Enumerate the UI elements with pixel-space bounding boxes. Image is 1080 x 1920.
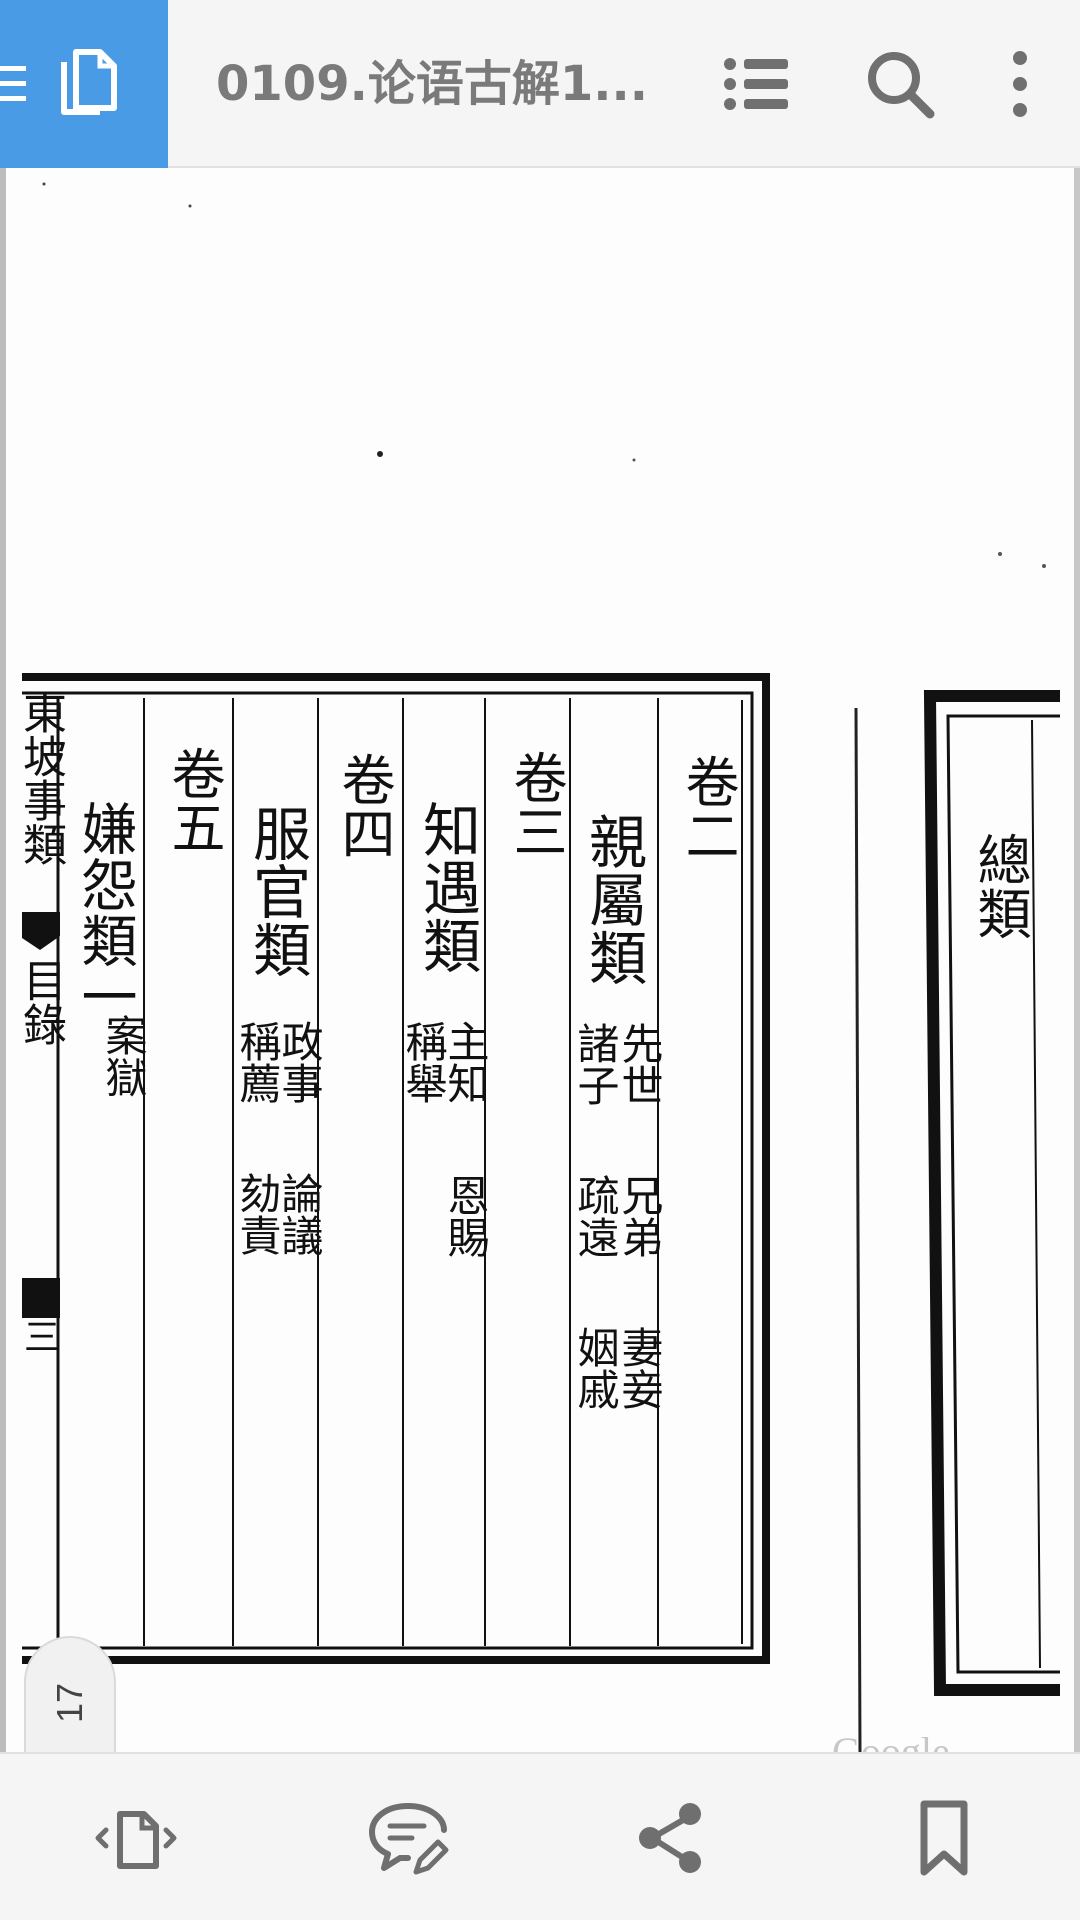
- document-mode-button[interactable]: [0, 0, 168, 168]
- document-viewport[interactable]: 東坡事類 目錄 三 卷二 親屬類 先世 諸子 兄弟 疏遠 妻妾 姻戚 卷三 知遇…: [0, 168, 1080, 1752]
- list-icon: [724, 58, 788, 110]
- share-icon: [639, 1803, 701, 1873]
- entry: 妻妾: [615, 1326, 664, 1410]
- page-number-indicator[interactable]: 17: [24, 1636, 116, 1752]
- category-title: 知遇類: [413, 800, 481, 974]
- category-title: 親屬類: [579, 812, 647, 986]
- entry: 疏遠: [571, 1174, 620, 1258]
- bottom-toolbar: [0, 1752, 1080, 1920]
- more-vertical-icon: [1013, 51, 1027, 117]
- category-title: 嫌怨類一: [72, 800, 137, 1024]
- entry: 姻戚: [571, 1326, 620, 1410]
- bookmark-button[interactable]: [900, 1794, 988, 1882]
- search-icon: [868, 52, 935, 119]
- entry: 兄弟: [615, 1174, 664, 1258]
- volume-heading: 卷四: [332, 752, 395, 860]
- entry: 先世: [615, 1022, 664, 1106]
- share-button[interactable]: [628, 1794, 716, 1882]
- page-navigate-icon: [95, 1811, 177, 1869]
- entry: 主知: [441, 1020, 490, 1104]
- entry: 案獄: [99, 1014, 148, 1098]
- volume-heading: 卷二: [676, 754, 739, 862]
- document-copy-icon: [61, 49, 117, 115]
- app-bar: 0109.论语古解1...: [0, 0, 1080, 168]
- table-of-contents-button[interactable]: [716, 44, 796, 124]
- annotate-button[interactable]: [364, 1794, 452, 1882]
- margin-section-label: 目錄: [15, 958, 66, 1046]
- document-title[interactable]: 0109.论语古解1...: [216, 52, 656, 116]
- page-navigate-button[interactable]: [92, 1794, 180, 1882]
- margin-folio-number: 三: [18, 1318, 59, 1354]
- entry: 諸子: [571, 1022, 620, 1106]
- entry: 稱舉: [399, 1020, 448, 1104]
- search-button[interactable]: [860, 44, 940, 124]
- scanned-page-frame: [22, 182, 1060, 1752]
- entry: 恩賜: [441, 1174, 490, 1258]
- volume-heading: 卷五: [162, 746, 225, 854]
- entry: 論議: [275, 1172, 324, 1256]
- menu-icon: [0, 66, 26, 101]
- more-options-button[interactable]: [980, 44, 1040, 124]
- next-page-category: 總類: [968, 832, 1031, 940]
- scan-watermark: Google: [832, 1729, 950, 1752]
- page-number: 17: [49, 1682, 90, 1724]
- volume-heading: 卷三: [504, 750, 567, 858]
- annotate-comment-icon: [369, 1803, 449, 1875]
- category-title: 服官類: [243, 804, 311, 978]
- entry: 稱薦: [233, 1020, 282, 1104]
- margin-book-title: 東坡事類: [15, 690, 66, 866]
- entry: 政事: [275, 1020, 324, 1104]
- entry: 劾責: [233, 1172, 282, 1256]
- bookmark-icon: [920, 1800, 968, 1876]
